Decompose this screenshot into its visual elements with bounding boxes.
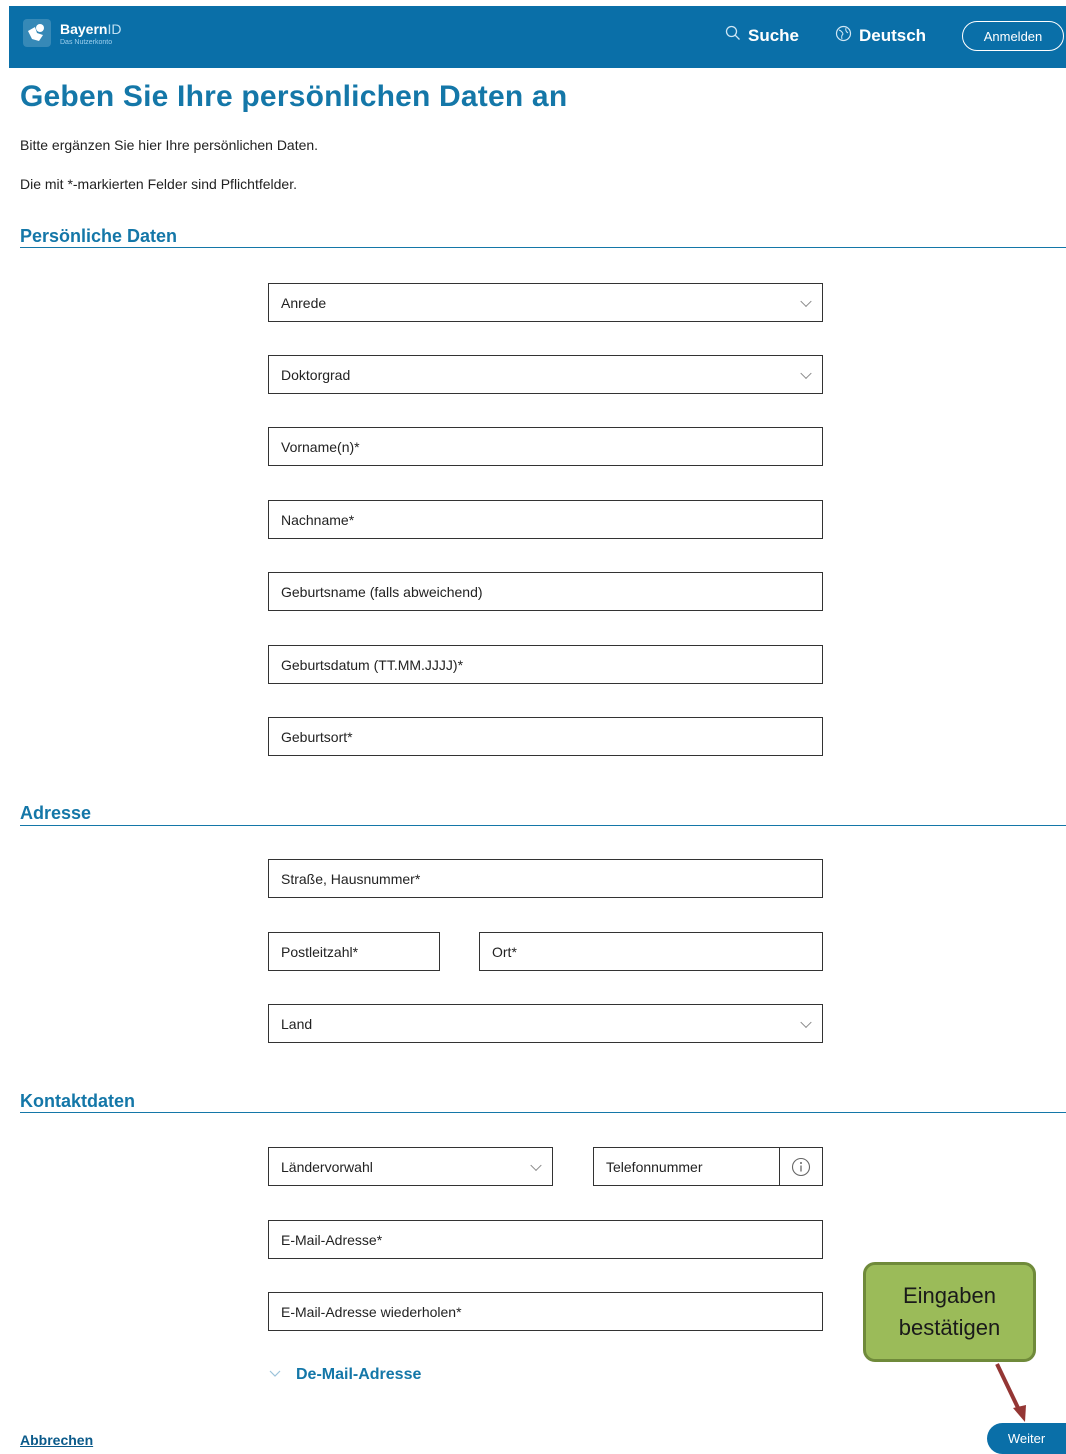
section-divider [20,825,1066,826]
section-title-contact: Kontaktdaten [20,1091,136,1111]
birth-date-placeholder: Geburtsdatum (TT.MM.JJJJ)* [281,656,464,673]
section-divider [20,247,1066,248]
cancel-link[interactable]: Abbrechen [20,1432,93,1448]
birth-name-input[interactable]: Geburtsname (falls abweichend) [268,572,823,611]
phone-placeholder: Telefonnummer [606,1158,703,1175]
email-repeat-input[interactable]: E-Mail-Adresse wiederholen* [268,1292,823,1331]
header-bar: BayernID Das Nutzerkonto Suche Deutsch A… [9,6,1066,68]
bayernid-logo-icon[interactable] [23,19,51,47]
street-input[interactable]: Straße, Hausnummer* [268,859,823,898]
birth-date-input[interactable]: Geburtsdatum (TT.MM.JJJJ)* [268,645,823,684]
email-input[interactable]: E-Mail-Adresse* [268,1220,823,1259]
next-button[interactable]: Weiter [987,1423,1066,1454]
last-name-input[interactable]: Nachname* [268,500,823,539]
section-divider [20,1112,1066,1113]
salutation-label: Anrede [281,294,327,311]
search-button[interactable]: Suche [725,25,799,46]
chevron-down-icon [800,367,812,379]
search-label: Suche [748,25,800,45]
country-code-select[interactable]: Ländervorwahl [268,1147,553,1186]
callout-box: Eingaben bestätigen [863,1262,1036,1362]
demail-label: De-Mail-Adresse [296,1366,422,1383]
info-icon[interactable] [779,1148,822,1185]
first-name-input[interactable]: Vorname(n)* [268,427,823,466]
chevron-down-icon [268,1366,282,1384]
doctoral-select[interactable]: Doktorgrad [268,355,823,394]
login-button[interactable]: Anmelden [962,21,1064,51]
street-placeholder: Straße, Hausnummer* [281,870,421,887]
callout-text: Eingaben bestätigen [898,1283,1001,1340]
birth-place-input[interactable]: Geburtsort* [268,717,823,756]
phone-input[interactable]: Telefonnummer [593,1147,823,1186]
chevron-down-icon [800,295,812,307]
demail-toggle[interactable]: De-Mail-Adresse [268,1366,421,1384]
email-placeholder: E-Mail-Adresse* [281,1231,383,1248]
postal-code-input[interactable]: Postleitzahl* [268,932,440,971]
intro-text: Bitte ergänzen Sie hier Ihre persönliche… [20,137,319,153]
callout-arrow [995,1363,1026,1422]
doctoral-label: Doktorgrad [281,366,351,383]
country-select[interactable]: Land [268,1004,823,1043]
postal-code-placeholder: Postleitzahl* [281,943,359,960]
search-icon [725,25,741,46]
salutation-select[interactable]: Anrede [268,283,823,322]
globe-icon [835,25,852,47]
language-label: Deutsch [859,26,927,45]
page-title: Geben Sie Ihre persönlichen Daten an [20,80,568,113]
country-label: Land [281,1015,313,1032]
section-title-address: Adresse [20,803,92,823]
last-name-placeholder: Nachname* [281,511,355,528]
language-button[interactable]: Deutsch [835,25,926,47]
city-placeholder: Ort* [492,943,517,960]
chevron-down-icon [530,1159,542,1171]
section-title-personal: Persönliche Daten [20,226,178,246]
birth-name-placeholder: Geburtsname (falls abweichend) [281,583,483,600]
country-code-label: Ländervorwahl [281,1158,373,1175]
birth-place-placeholder: Geburtsort* [281,728,353,745]
city-input[interactable]: Ort* [479,932,823,971]
brand-name[interactable]: BayernID [60,21,121,37]
brand-subtitle: Das Nutzerkonto [60,39,113,46]
chevron-down-icon [800,1016,812,1028]
required-note: Die mit *-markierten Felder sind Pflicht… [20,176,297,192]
email-repeat-placeholder: E-Mail-Adresse wiederholen* [281,1303,462,1320]
first-name-placeholder: Vorname(n)* [281,438,360,455]
